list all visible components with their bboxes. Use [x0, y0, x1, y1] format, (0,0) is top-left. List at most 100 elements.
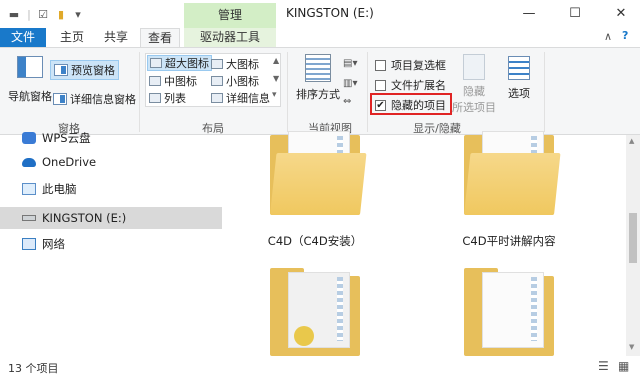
scroll-down-icon[interactable]: ▼ — [629, 343, 634, 351]
layout-details[interactable]: 详细信息 — [211, 90, 270, 106]
layout-scroll-up-icon[interactable]: ▲ — [273, 56, 279, 65]
file-list: C4D（C4D安装） C4D平时讲解内容 — [224, 131, 626, 356]
divider — [367, 52, 368, 132]
hide-selected-button[interactable]: 隐藏 所选项目 — [452, 54, 496, 115]
nav-item-wps[interactable]: WPS云盘 — [0, 127, 222, 149]
large-icons-icon — [211, 59, 223, 69]
nav-item-onedrive[interactable]: OneDrive — [0, 151, 222, 173]
item-checkboxes-label: 项目复选框 — [391, 59, 446, 72]
sort-by-button[interactable]: 排序方式 — [296, 54, 340, 102]
tab-share[interactable]: 共享 — [96, 28, 136, 47]
nav-pane-label: 导航窗格 — [8, 90, 52, 103]
nav-item-kingston[interactable]: KINGSTON (E:) — [0, 207, 222, 229]
medium-icons-icon — [149, 76, 161, 86]
options-icon — [508, 56, 530, 80]
nav-item-this-pc[interactable]: 此电脑 — [0, 178, 222, 200]
large-icons-label: 大图标 — [226, 58, 259, 71]
wps-cloud-icon — [22, 132, 36, 144]
large-icons-view-icon[interactable]: ▦ — [618, 359, 629, 373]
tab-drive-tools[interactable]: 驱动器工具 — [184, 28, 276, 47]
details-pane-label: 详细信息窗格 — [70, 93, 136, 106]
separator-icon: | — [27, 7, 31, 21]
navigation-pane: WPS云盘 OneDrive 此电脑 KINGSTON (E:) 网络 — [0, 131, 224, 356]
layout-extra-large-icons[interactable]: 超大图标 — [147, 55, 212, 71]
ribbon-tabs: 文件 主页 共享 查看 驱动器工具 ∧ ? — [0, 28, 640, 48]
ribbon: 导航窗格 预览窗格 详细信息窗格 窗格 超大图标 大图标 中图标 小图标 列表 … — [0, 47, 640, 135]
title-bar: ▬ | ☑ ▮ ▾ 管理 KINGSTON (E:) — ☐ ✕ — [0, 0, 640, 28]
folder-label[interactable]: C4D（C4D安装） — [235, 233, 395, 249]
hide-selected-label: 隐藏 — [463, 85, 485, 98]
item-count: 13 个项目 — [8, 362, 59, 375]
add-columns-icon[interactable]: ▥▾ — [343, 78, 357, 89]
nav-item-label: 此电脑 — [42, 182, 77, 196]
maximize-button[interactable]: ☐ — [552, 0, 598, 28]
layout-expand-icon[interactable]: ▾ — [272, 90, 277, 100]
tab-file[interactable]: 文件 — [0, 28, 46, 47]
extra-large-icons-icon — [150, 58, 162, 68]
preview-pane-button[interactable]: 预览窗格 — [50, 60, 119, 80]
nav-item-label: OneDrive — [42, 155, 97, 169]
app-icon[interactable]: ▬ — [6, 6, 22, 22]
file-extensions-checkbox[interactable] — [375, 79, 386, 91]
usb-drive-icon — [22, 215, 36, 221]
item-checkboxes-checkbox[interactable] — [375, 59, 386, 71]
folder-icon[interactable] — [464, 268, 554, 356]
computer-icon — [22, 183, 36, 195]
divider — [139, 52, 140, 132]
scroll-thumb[interactable] — [629, 213, 637, 263]
properties-icon[interactable]: ☑ — [36, 6, 50, 22]
minimize-button[interactable]: — — [506, 0, 552, 28]
hide-selected-sublabel: 所选项目 — [452, 101, 496, 114]
folder-icon[interactable] — [270, 268, 360, 356]
details-pane-icon — [53, 93, 67, 105]
onedrive-icon — [22, 157, 36, 167]
folder-icon[interactable] — [464, 127, 561, 219]
layout-list[interactable]: 列表 — [149, 90, 186, 106]
size-columns-icon[interactable]: ⇔ — [343, 96, 351, 107]
nav-pane-button[interactable]: 导航窗格 — [8, 56, 52, 104]
customize-quick-access-icon[interactable]: ▾ — [72, 6, 84, 22]
folder-front — [270, 153, 367, 215]
tab-home[interactable]: 主页 — [52, 28, 92, 47]
collapse-ribbon-icon[interactable]: ∧ — [604, 30, 612, 43]
list-icon — [149, 93, 161, 103]
divider — [287, 52, 288, 132]
scroll-up-icon[interactable]: ▲ — [629, 137, 634, 145]
layout-small-icons[interactable]: 小图标 — [211, 73, 259, 89]
group-by-icon[interactable]: ▤▾ — [343, 58, 357, 69]
status-bar: 13 个项目 ☰ ▦ — [0, 356, 640, 378]
details-icon — [211, 93, 223, 103]
folder-icon[interactable] — [270, 127, 367, 219]
folder-front — [464, 153, 561, 215]
item-checkboxes-toggle[interactable]: 项目复选框 — [375, 57, 446, 73]
vertical-scrollbar[interactable]: ▲ ▼ — [626, 135, 640, 356]
hide-selected-icon — [463, 54, 485, 80]
highlight-box — [370, 93, 452, 115]
options-button[interactable]: 选项 — [508, 56, 530, 101]
layout-large-icons[interactable]: 大图标 — [211, 56, 259, 72]
sort-by-icon — [305, 54, 331, 82]
new-folder-icon[interactable]: ▮ — [54, 6, 68, 22]
details-pane-button[interactable]: 详细信息窗格 — [53, 90, 136, 108]
thumbnail-icon — [294, 326, 314, 346]
nav-pane-icon — [17, 56, 43, 78]
close-button[interactable]: ✕ — [598, 0, 640, 28]
preview-pane-icon — [54, 64, 68, 76]
help-icon[interactable]: ? — [622, 29, 628, 42]
sort-by-label: 排序方式 — [296, 88, 340, 101]
layout-scroll-down-icon[interactable]: ▼ — [273, 74, 279, 83]
tab-view[interactable]: 查看 — [140, 28, 180, 48]
manage-context-tab[interactable]: 管理 — [184, 3, 276, 28]
list-label: 列表 — [164, 92, 186, 105]
nav-item-label: KINGSTON (E:) — [42, 211, 127, 225]
details-view-icon[interactable]: ☰ — [598, 359, 609, 373]
medium-icons-label: 中图标 — [164, 75, 197, 88]
file-extensions-toggle[interactable]: 文件扩展名 — [375, 77, 446, 93]
preview-pane-label: 预览窗格 — [71, 64, 115, 77]
nav-item-network[interactable]: 网络 — [0, 233, 222, 255]
small-icons-label: 小图标 — [226, 75, 259, 88]
window-title: KINGSTON (E:) — [286, 6, 374, 20]
folder-label[interactable]: C4D平时讲解内容 — [429, 233, 589, 249]
layout-medium-icons[interactable]: 中图标 — [149, 73, 197, 89]
small-icons-icon — [211, 76, 223, 86]
